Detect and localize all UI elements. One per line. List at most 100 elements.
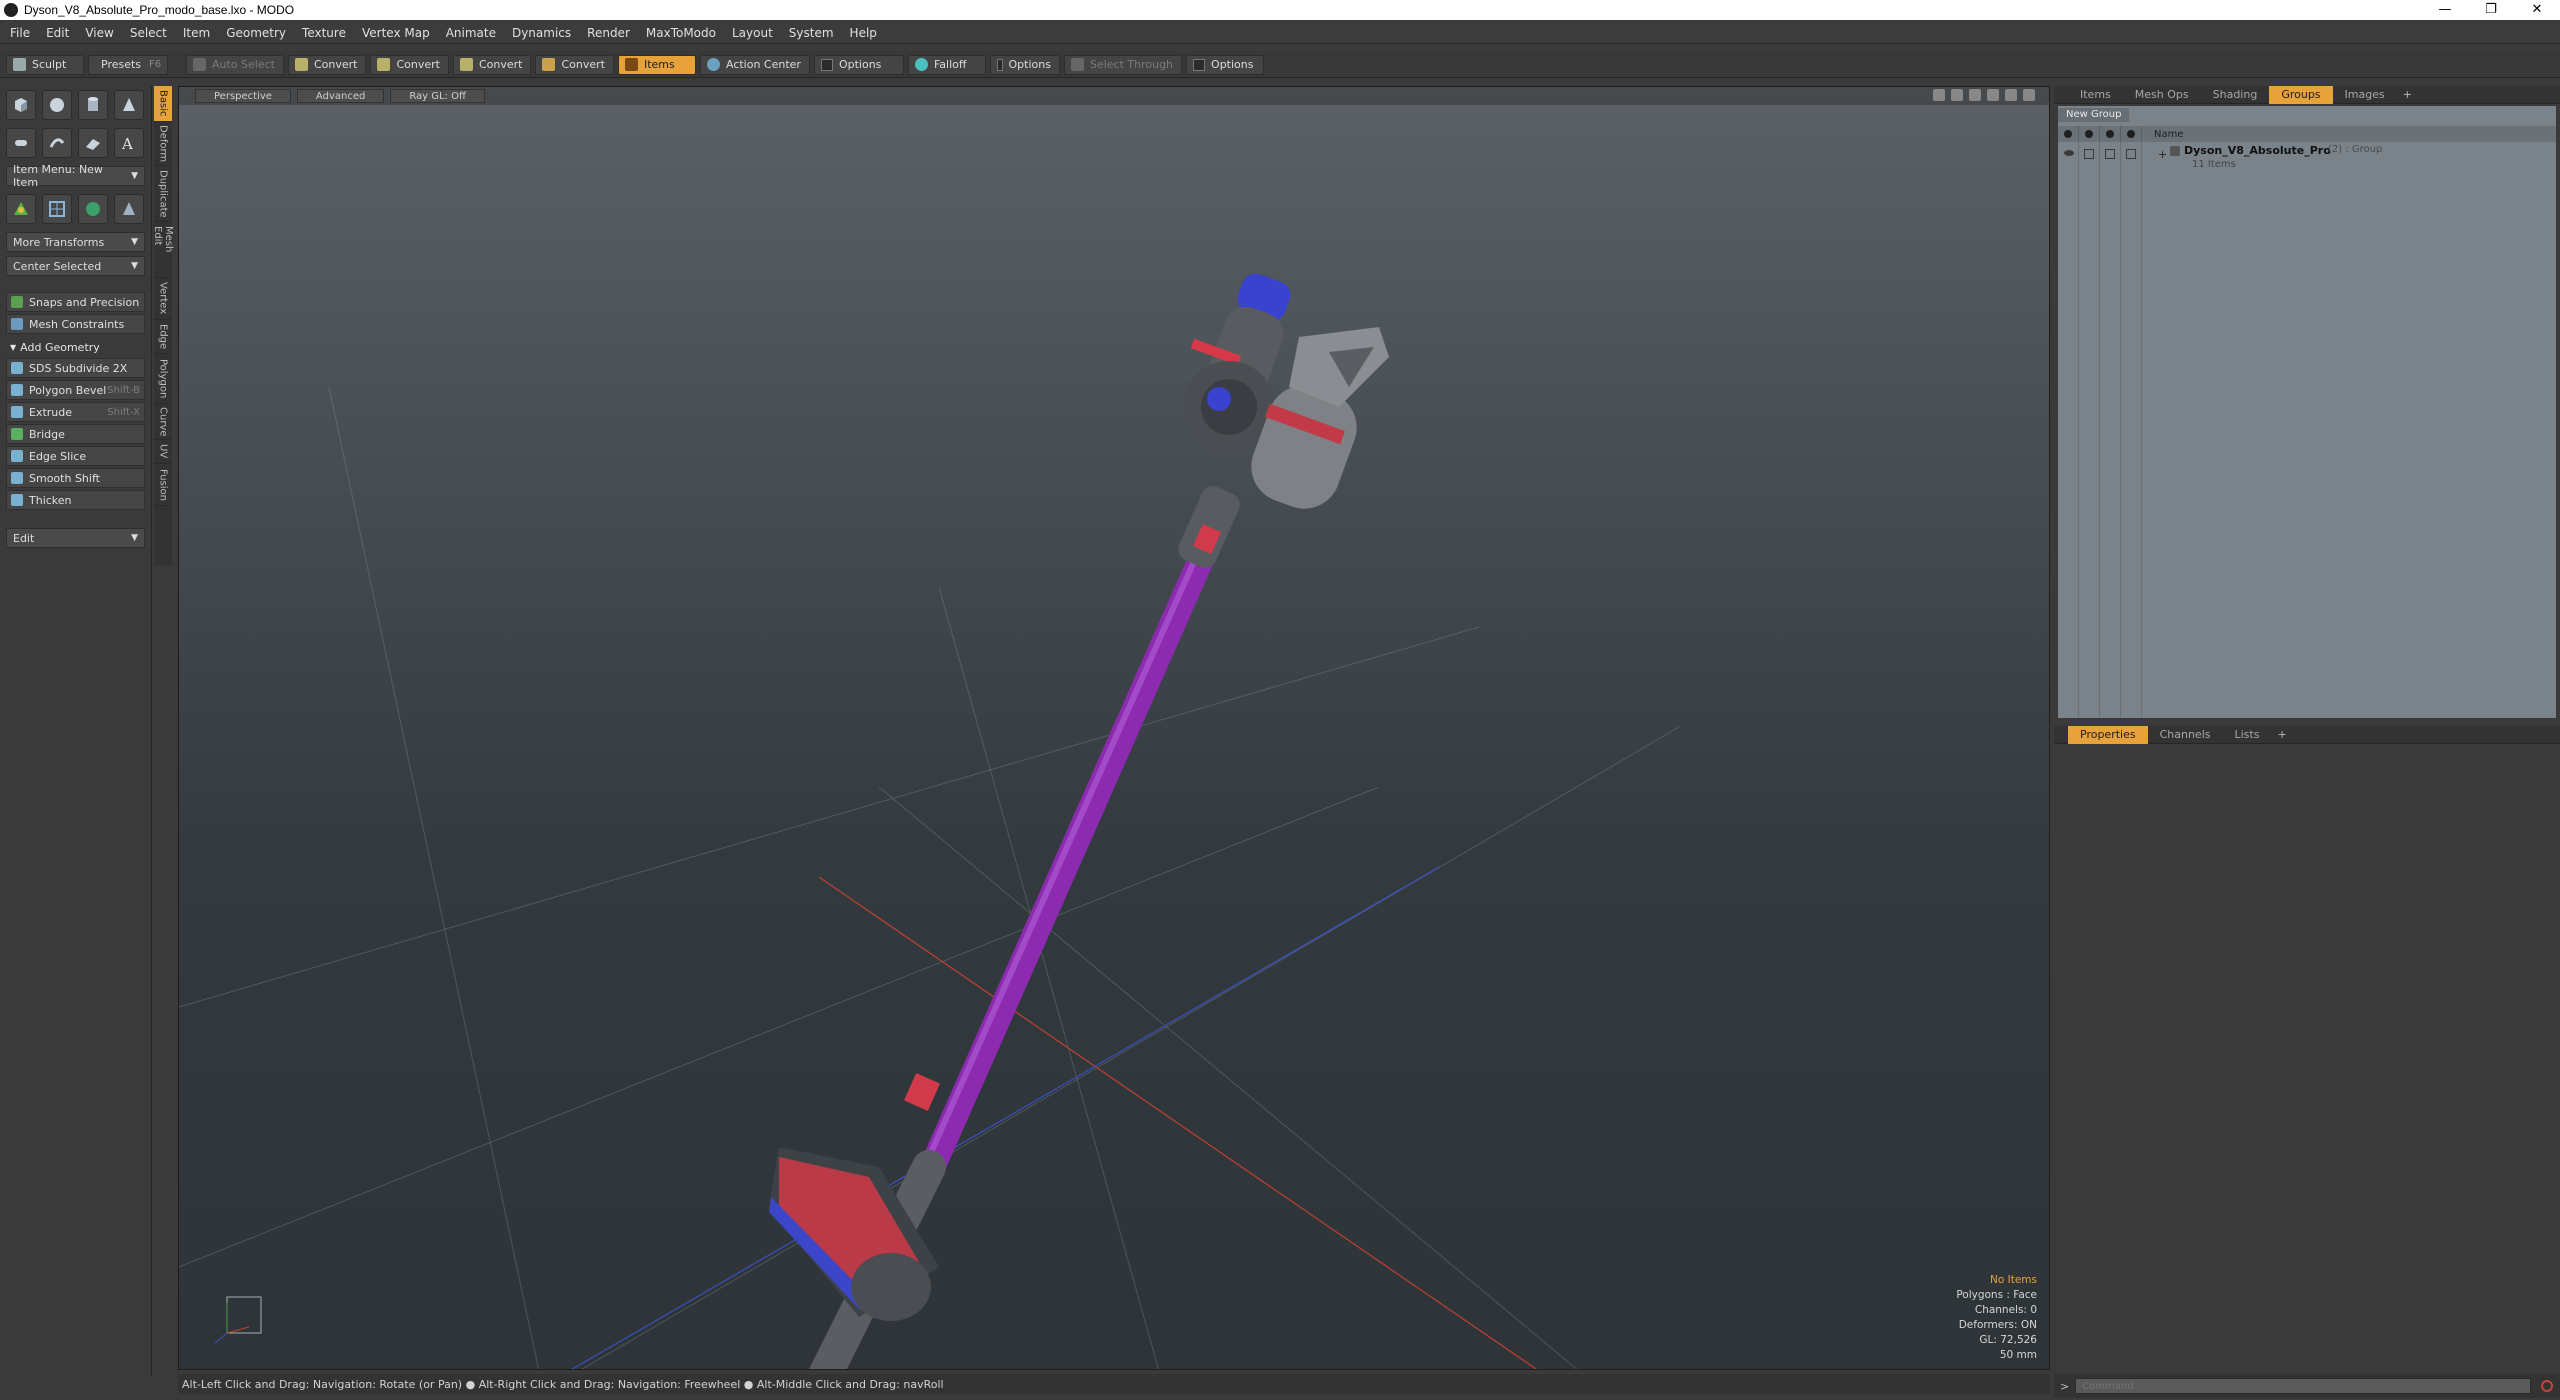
menu-render[interactable]: Render [587, 26, 630, 40]
spiral-tool[interactable] [42, 128, 72, 158]
sphere-tool[interactable] [42, 90, 72, 120]
menu-layout[interactable]: Layout [732, 26, 773, 40]
lock-toggle[interactable] [2105, 149, 2115, 159]
menu-geometry[interactable]: Geometry [226, 26, 286, 40]
menu-edit[interactable]: Edit [46, 26, 69, 40]
3d-viewport[interactable]: Perspective Advanced Ray GL: Off No Item… [178, 86, 2050, 1370]
eye-icon[interactable] [2064, 150, 2074, 156]
menu-view[interactable]: View [85, 26, 113, 40]
tab-shading[interactable]: Shading [2201, 86, 2270, 104]
options-checkbox[interactable] [1193, 58, 1206, 71]
tab-groups[interactable]: Groups [2269, 85, 2333, 104]
convert-materials-button[interactable]: Convert [535, 54, 614, 75]
minimize-button[interactable]: — [2422, 0, 2468, 20]
bridge-button[interactable]: Bridge [6, 424, 145, 444]
tab-lists[interactable]: Lists [2223, 726, 2272, 744]
record-icon[interactable] [2541, 1380, 2554, 1392]
action-center-button[interactable]: Action Center [699, 54, 810, 75]
fit-view-icon[interactable] [1987, 89, 1999, 101]
tab-properties[interactable]: Properties [2068, 725, 2148, 744]
tab-mesh-edit[interactable]: Mesh Edit [152, 222, 174, 278]
presets-button[interactable]: Presets F6 [88, 54, 168, 75]
convert-vertices-button[interactable]: Convert [287, 54, 367, 75]
center-selected-dropdown[interactable]: Center Selected ▼ [6, 256, 145, 276]
extrude-button[interactable]: Extrude Shift-X [6, 402, 145, 422]
menu-texture[interactable]: Texture [302, 26, 346, 40]
capsule-tool[interactable] [6, 128, 36, 158]
zoom-view-icon[interactable] [1969, 89, 1981, 101]
command-input[interactable] [2075, 1378, 2532, 1394]
convert-polygons-button[interactable]: Convert [452, 54, 532, 75]
select-through-options[interactable]: Options [1186, 54, 1265, 75]
tab-duplicate[interactable]: Duplicate [154, 166, 172, 222]
edit-dropdown[interactable]: Edit ▼ [6, 528, 145, 548]
table-row[interactable]: + Dyson_V8_Absolute_Pro (2) : Group 11 I… [2058, 142, 2556, 174]
name-column-header[interactable]: Name [2142, 129, 2184, 140]
options-checkbox[interactable] [820, 58, 833, 71]
paint-view-icon[interactable] [2005, 89, 2017, 101]
falloff-button[interactable]: Falloff [907, 54, 986, 75]
menu-item[interactable]: Item [183, 26, 210, 40]
perspective-tab[interactable]: Perspective [195, 89, 291, 103]
polygon-bevel-button[interactable]: Polygon Bevel Shift-B [6, 380, 145, 400]
render-column-icon[interactable] [2079, 126, 2100, 142]
tab-uv[interactable]: UV [154, 440, 172, 464]
text-tool[interactable]: A [114, 128, 144, 158]
items-mode-button[interactable]: Items [617, 54, 696, 75]
add-geometry-header[interactable]: ▼ Add Geometry [6, 338, 145, 356]
cube-tool[interactable] [6, 90, 36, 120]
new-group-button[interactable]: New Group [2058, 108, 2130, 122]
select-through-button[interactable]: Select Through [1063, 54, 1183, 75]
tab-images[interactable]: Images [2333, 86, 2397, 104]
menu-dynamics[interactable]: Dynamics [512, 26, 571, 40]
options-checkbox[interactable] [996, 58, 1003, 71]
tab-channels[interactable]: Channels [2148, 726, 2223, 744]
tab-fusion[interactable]: Fusion [154, 464, 172, 506]
expand-icon[interactable]: + [2158, 148, 2167, 161]
menu-animate[interactable]: Animate [446, 26, 496, 40]
tab-polygon[interactable]: Polygon [154, 354, 172, 404]
plane-tool[interactable] [78, 128, 108, 158]
menu-file[interactable]: File [10, 26, 30, 40]
lock-column-icon[interactable] [2100, 126, 2121, 142]
close-button[interactable]: ✕ [2514, 0, 2560, 20]
sculpt-button[interactable]: Sculpt [6, 54, 84, 75]
gear-icon[interactable] [2023, 89, 2035, 101]
cone-tool[interactable] [114, 90, 144, 120]
render-toggle[interactable] [2084, 149, 2094, 159]
menu-select[interactable]: Select [130, 26, 167, 40]
tab-items[interactable]: Items [2068, 86, 2123, 104]
tab-curve[interactable]: Curve [154, 404, 172, 440]
action-center-options[interactable]: Options [813, 54, 904, 75]
visibility-column-icon[interactable] [2058, 126, 2079, 142]
convert-edges-button[interactable]: Convert [370, 54, 449, 75]
tab-vertex[interactable]: Vertex [154, 278, 172, 320]
move-tool[interactable] [6, 194, 36, 224]
menu-help[interactable]: Help [850, 26, 877, 40]
add-tab-icon[interactable]: + [2397, 88, 2412, 101]
tab-edge[interactable]: Edge [154, 320, 172, 354]
rotate-tool[interactable] [78, 194, 108, 224]
advanced-tab[interactable]: Advanced [296, 89, 385, 103]
auto-select-button[interactable]: Auto Select [186, 54, 284, 75]
smooth-shift-button[interactable]: Smooth Shift [6, 468, 145, 488]
menu-system[interactable]: System [789, 26, 834, 40]
select-column-icon[interactable] [2121, 126, 2142, 142]
grid-tool[interactable] [42, 194, 72, 224]
tab-mesh-ops[interactable]: Mesh Ops [2123, 86, 2201, 104]
menu-vertex-map[interactable]: Vertex Map [362, 26, 430, 40]
more-transforms-dropdown[interactable]: More Transforms ▼ [6, 232, 145, 252]
rotate-view-icon[interactable] [1951, 89, 1963, 101]
cylinder-tool[interactable] [78, 90, 108, 120]
select-toggle[interactable] [2126, 149, 2136, 159]
thicken-button[interactable]: Thicken [6, 490, 145, 510]
sds-subdivide-button[interactable]: SDS Subdivide 2X [6, 358, 145, 378]
item-menu-dropdown[interactable]: Item Menu: New Item ▼ [6, 163, 145, 189]
tab-basic[interactable]: Basic [154, 86, 172, 122]
move-view-icon[interactable] [1933, 89, 1945, 101]
tab-deform[interactable]: Deform [154, 122, 172, 166]
snaps-precision-button[interactable]: Snaps and Precision [6, 292, 145, 312]
scale-tool[interactable] [114, 194, 144, 224]
raygl-tab[interactable]: Ray GL: Off [390, 89, 485, 103]
falloff-options[interactable]: Options [989, 54, 1060, 75]
